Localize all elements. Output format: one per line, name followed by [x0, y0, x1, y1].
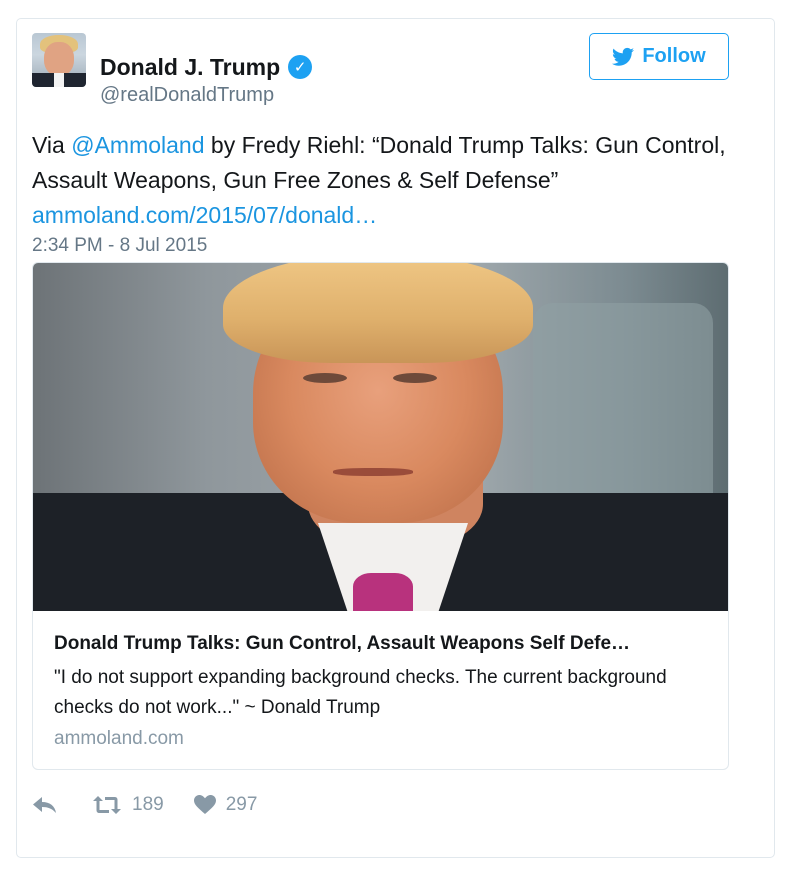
- retweet-icon: [93, 796, 121, 814]
- like-count: 297: [225, 794, 258, 815]
- heart-icon: [193, 795, 216, 814]
- link-preview-card[interactable]: Donald Trump Talks: Gun Control, Assault…: [32, 262, 729, 770]
- reply-icon: [33, 797, 56, 813]
- author-avatar[interactable]: [32, 33, 86, 87]
- author-handle[interactable]: @realDonaldTrump: [100, 84, 274, 107]
- preview-description: "I do not support expanding background c…: [54, 667, 667, 717]
- like-button[interactable]: 297: [193, 794, 258, 816]
- retweet-count: 189: [132, 794, 164, 815]
- preview-title: Donald Trump Talks: Gun Control, Assault…: [54, 633, 631, 654]
- tweet-timestamp[interactable]: 2:34 PM - 8 Jul 2015: [32, 235, 207, 257]
- reply-button[interactable]: [32, 795, 58, 815]
- verified-badge-icon: ✓: [288, 55, 313, 79]
- author-name-row: Donald J. Trump ✓: [100, 52, 313, 82]
- author-name[interactable]: Donald J. Trump: [100, 54, 280, 81]
- tweet-text: Via @Ammoland by Fredy Riehl: “Donald Tr…: [32, 128, 732, 233]
- retweet-button[interactable]: 189: [92, 794, 164, 816]
- preview-image: [33, 263, 728, 611]
- follow-label: Follow: [642, 45, 706, 67]
- tweet-actions: 189 297: [32, 790, 257, 820]
- preview-domain: ammoland.com: [54, 728, 184, 749]
- tweet-prefix: Via: [32, 132, 72, 158]
- article-link[interactable]: ammoland.com/2015/07/donald…: [32, 202, 377, 228]
- mention-link[interactable]: @Ammoland: [71, 132, 204, 158]
- follow-button[interactable]: Follow: [589, 33, 729, 80]
- twitter-bird-icon: [612, 47, 635, 66]
